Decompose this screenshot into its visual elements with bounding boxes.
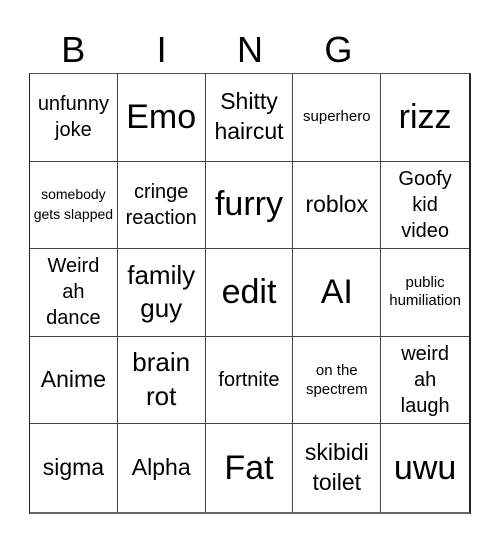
bingo-cell[interactable]: rizz	[381, 74, 469, 162]
header-letter-n: N	[236, 29, 263, 70]
bingo-cell[interactable]: AI	[293, 249, 382, 337]
bingo-cell[interactable]: superhero	[293, 74, 382, 162]
bingo-cell[interactable]: uwu	[381, 424, 469, 512]
bingo-header: B I N G	[29, 28, 471, 72]
bingo-cell[interactable]: family guy	[117, 249, 206, 337]
bingo-cell[interactable]: skibidi toilet	[293, 424, 382, 512]
bingo-cell[interactable]: brain rot	[117, 336, 206, 425]
bingo-cell[interactable]: Anime	[30, 336, 118, 425]
bingo-cell[interactable]: unfunny joke	[30, 74, 118, 162]
bingo-cell[interactable]: Goofy kid video	[381, 162, 469, 250]
bingo-cell[interactable]: weird ah laugh	[381, 337, 469, 425]
bingo-cell[interactable]: edit	[205, 249, 294, 337]
bingo-cell[interactable]: Emo	[117, 74, 206, 162]
bingo-cell[interactable]: Shitty haircut	[205, 74, 294, 162]
header-letter-i: I	[156, 29, 167, 70]
bingo-cell[interactable]: Weird ah dance	[30, 249, 118, 337]
bingo-board: unfunny joke Emo Shitty haircut superher…	[29, 73, 471, 514]
bingo-cell[interactable]: sigma	[30, 424, 118, 512]
bingo-cell[interactable]: fortnite	[205, 336, 294, 425]
bingo-cell[interactable]: furry	[205, 161, 294, 250]
bingo-cell[interactable]: somebody gets slapped	[30, 161, 118, 250]
bingo-cell[interactable]: public humiliation	[381, 249, 469, 337]
header-letter-g: G	[324, 29, 353, 70]
bingo-cell[interactable]: roblox	[293, 161, 382, 250]
header-letter-b: B	[61, 29, 86, 70]
bingo-cell[interactable]: Fat	[206, 424, 294, 512]
bingo-cell[interactable]: cringe reaction	[117, 161, 206, 250]
bingo-cell[interactable]: Alpha	[118, 424, 206, 512]
header-letter-o	[383, 28, 471, 72]
bingo-cell[interactable]: on the spectrem	[293, 336, 382, 425]
